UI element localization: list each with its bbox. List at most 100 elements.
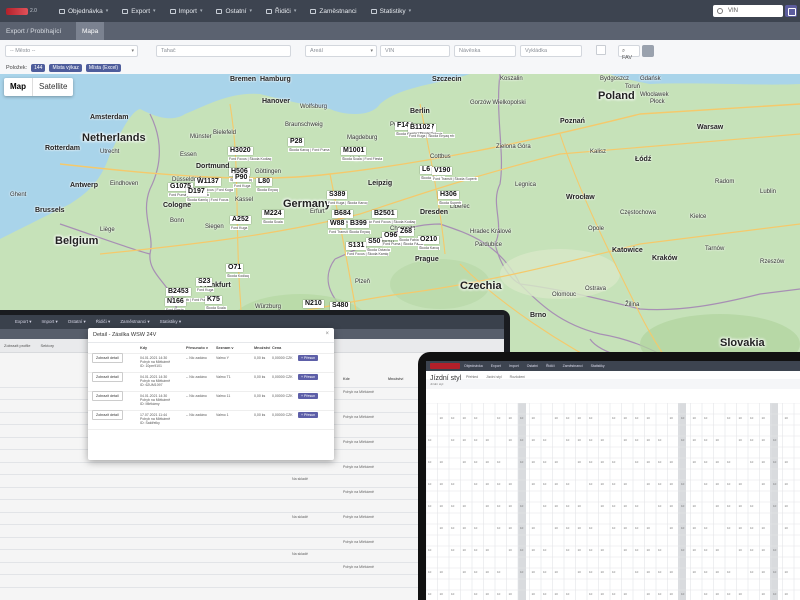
tablet-menu-4[interactable]: Řidiči — [542, 364, 559, 368]
chevron-down-icon: ▾ — [199, 8, 203, 14]
vehicle-marker[interactable]: P28 Škoda Karoq | Ford Puma — [288, 130, 331, 152]
vykladka-placeholder: Vykládka — [525, 48, 548, 54]
vehicle-marker[interactable]: N166Ford Fiesta — [165, 290, 186, 312]
areal-select[interactable]: Areál ▾ — [305, 45, 377, 57]
tablet-cell-value: 10 — [773, 438, 777, 442]
vehicle-marker[interactable]: H306 Škoda Superb — [438, 183, 463, 205]
vehicle-marker[interactable]: Z68 Škoda Fabia — [398, 220, 420, 242]
city-label-legnica: Legnica — [515, 182, 537, 188]
vehicle-marker[interactable]: O71 Škoda Kodiaq — [226, 256, 250, 278]
vehicle-marker[interactable]: M1001 Škoda Scala | Ford Fiesta — [341, 139, 384, 161]
tablet-menu-2[interactable]: Import — [505, 364, 523, 368]
city-label-lublin: Lublin — [760, 189, 777, 195]
top-navbar: 2.0 Objednávka ▾ Export ▾ Import ▾ Ostatní ▾ Řid… — [0, 0, 800, 22]
menu-import[interactable]: Import ▾ — [163, 0, 210, 22]
tablet-cell-value: 10 — [681, 504, 685, 508]
modal-cell-list: Valmo T1 — [216, 375, 231, 379]
tahac-field[interactable]: Tahač — [156, 45, 291, 57]
tablet-cell-value: 10 — [692, 526, 696, 530]
tablet-menu-3[interactable]: Ostatní — [523, 364, 542, 368]
tablet-screen: Objednávka Export Import Ostatní Řidiči Zaměs… — [426, 361, 800, 600]
vehicle-marker[interactable]: H3020 Ford Focus | Škoda Kodiaq — [228, 139, 273, 161]
menu-zaměstnanci[interactable]: Zaměstnanci — [303, 0, 363, 22]
vin-placeholder: VIN — [385, 48, 395, 54]
city-label-gdansk: Gdańsk — [640, 76, 661, 82]
calendar-button[interactable] — [785, 5, 797, 17]
vehicle-marker[interactable]: D197 Škoda Kamiq | Ford Focus — [186, 180, 230, 202]
vehicle-marker[interactable]: P90 Ford Kuga — [233, 166, 252, 188]
tablet-cell-value: 10 — [428, 592, 432, 596]
menu-statistiky[interactable]: Statistiky ▾ — [364, 0, 419, 22]
marker-detail: Ford Kuga | Škoda Enyaq — [408, 134, 451, 138]
city-label-leipzig: Leipzig — [368, 180, 393, 187]
tablet-cell-value: 10 — [761, 592, 765, 596]
vehicle-marker[interactable]: V190 Ford Transit | Škoda Superb — [432, 159, 478, 181]
menu-objednávka[interactable]: Objednávka ▾ — [52, 0, 115, 22]
vehicle-marker[interactable]: A252 Ford Kuga — [230, 208, 251, 230]
show-detail-button[interactable]: Zobrazit detail — [92, 410, 123, 420]
menu-label: Import — [178, 7, 197, 15]
tablet-cell-value: 10 — [623, 504, 627, 508]
tablet-menu-1[interactable]: Export — [487, 364, 505, 368]
country-label-netherlands: Netherlands — [82, 132, 146, 144]
modal-cell-price: 0,00000 CZK — [272, 413, 293, 417]
naves-field[interactable]: Návěska — [454, 45, 516, 57]
vehicle-marker[interactable]: B1102 Ford Kuga | Škoda Enyaq — [408, 116, 451, 138]
vehicle-marker[interactable]: O210 Škoda Karoq — [418, 228, 441, 250]
menu-export[interactable]: Export ▾ — [115, 0, 162, 22]
city-label-olomouc: Olomouc — [552, 292, 577, 298]
settings-button[interactable] — [642, 45, 654, 57]
tablet-cell-value: 10 — [577, 504, 581, 508]
vykladka-field[interactable]: Vykládka — [520, 45, 582, 57]
move-button[interactable]: + Přesun — [298, 412, 319, 418]
place-select[interactable]: -- Město -- ▾ — [5, 45, 138, 57]
tablet-cell-value: 10 — [600, 438, 604, 442]
tablet-cell-value: 10 — [750, 504, 754, 508]
misto-vykaz-button[interactable]: Místa výkaz — [49, 64, 82, 72]
move-button[interactable]: + Přesun — [298, 355, 319, 361]
show-detail-button[interactable]: Zobrazit detail — [92, 353, 123, 363]
tablet-tab-1[interactable]: Jízdní styl — [486, 375, 502, 379]
vin-search-input[interactable]: VIN — [713, 5, 783, 17]
tablet-tab-2[interactable]: Rozložení — [510, 375, 526, 379]
menu-ostatní[interactable]: Ostatní ▾ — [209, 0, 258, 22]
vehicle-marker[interactable]: K75 Škoda Scala — [205, 288, 227, 310]
tablet-cell-value: 10 — [439, 416, 443, 420]
filter-checkbox[interactable] — [596, 45, 606, 55]
city-label-bonn: Bonn — [170, 218, 185, 224]
show-detail-button[interactable]: Zobrazit detail — [92, 391, 123, 401]
app-logo[interactable]: 2.0 — [0, 0, 52, 22]
tablet-cell-value: 10 — [531, 438, 535, 442]
tablet-filter-label: Jízdní styl — [430, 382, 444, 386]
city-label-wloclawek: Włocławek — [640, 92, 669, 98]
map-type-satellite[interactable]: Satellite — [32, 78, 73, 96]
move-button[interactable]: + Přesun — [298, 374, 319, 380]
tablet-cell-value: 10 — [520, 460, 524, 464]
vehicle-marker[interactable]: W88 Ford Transit — [328, 212, 349, 234]
show-detail-button[interactable]: Zobrazit detail — [92, 372, 123, 382]
map-type-map[interactable]: Map — [4, 78, 32, 96]
tablet-cell-value: 10 — [738, 416, 742, 420]
country-label-slovakia: Slovakia — [720, 337, 765, 349]
tablet-cell-value: 10 — [485, 482, 489, 486]
tablet-tab-0[interactable]: Přehled — [466, 375, 478, 379]
tab-map[interactable]: Mapa — [76, 22, 105, 40]
menu-řidiči[interactable]: Řidiči ▾ — [259, 0, 303, 22]
tablet-cell-value: 10 — [635, 504, 639, 508]
city-label-zilina: Žilina — [625, 302, 640, 308]
move-button[interactable]: + Přesun — [298, 393, 319, 399]
tablet-menu-6[interactable]: Statistiky — [587, 364, 609, 368]
tablet-menu-5[interactable]: Zaměstnanci — [559, 364, 587, 368]
close-icon[interactable]: × — [325, 331, 329, 337]
marker-code: S480 — [330, 302, 351, 310]
vehicle-marker[interactable]: S131 Ford Focus | Škoda Kamiq — [346, 234, 390, 256]
vin-field[interactable]: VIN — [380, 45, 450, 57]
vehicle-marker[interactable]: M224 Škoda Scala — [262, 202, 284, 224]
tablet-mockup: Objednávka Export Import Ostatní Řidiči Zaměs… — [418, 352, 800, 600]
excel-export-button[interactable]: Místa (Excel) — [85, 64, 122, 72]
vehicle-marker[interactable]: L80 Škoda Enyaq — [256, 170, 279, 192]
fav-filter[interactable]: ⌕ FAV — [618, 45, 640, 61]
tablet-cell-value: 10 — [543, 592, 547, 596]
tablet-menu-0[interactable]: Objednávka — [460, 364, 487, 368]
modal-cell-list: Valmo 1 — [216, 413, 229, 417]
